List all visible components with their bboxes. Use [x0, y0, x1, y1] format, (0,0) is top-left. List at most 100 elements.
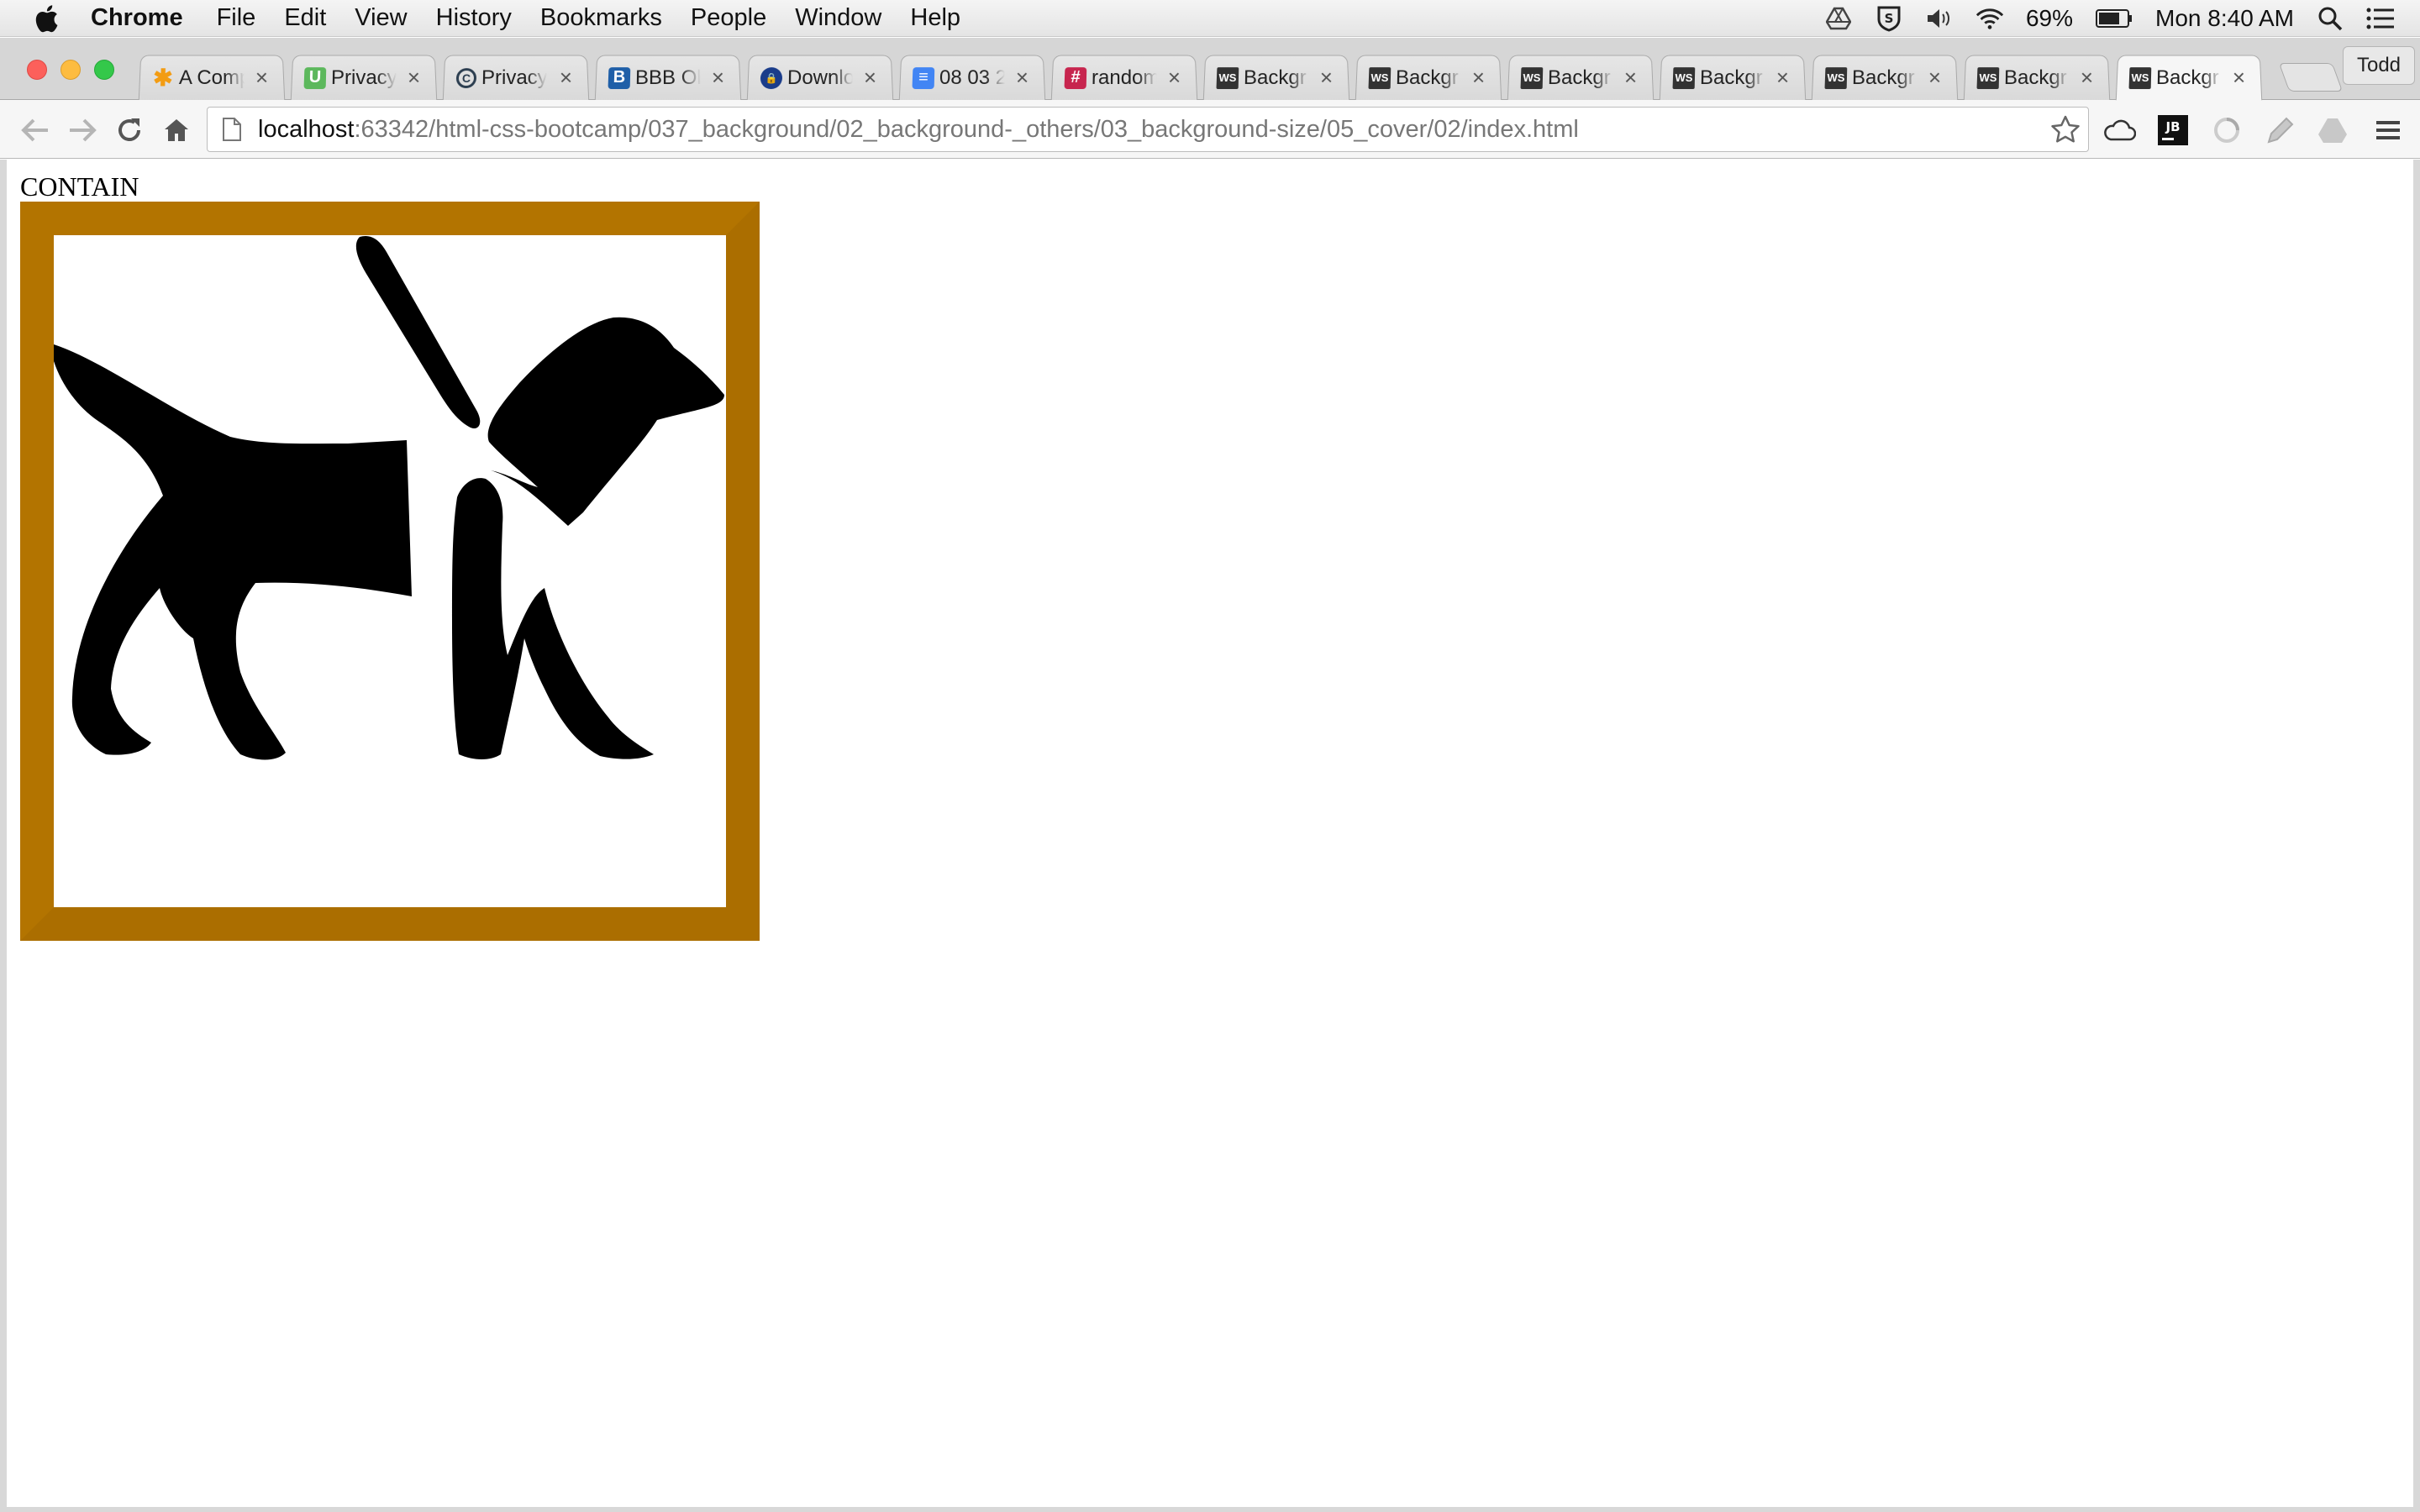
battery-percent: 69% — [2025, 5, 2074, 31]
drive-extension-icon[interactable] — [2316, 113, 2349, 147]
menu-file[interactable]: File — [217, 4, 256, 32]
chrome-menu-icon[interactable] — [2371, 113, 2405, 147]
drive-icon[interactable] — [1824, 4, 1853, 33]
favicon-ws-icon: WS — [1216, 66, 1239, 89]
tab-title: Backgr — [1395, 66, 1459, 89]
tab-title: Backgr — [1547, 66, 1611, 89]
tab-title: Backgr — [1243, 66, 1307, 89]
tab-close-icon[interactable]: × — [1776, 65, 1789, 90]
tab-title: Backgr — [2155, 66, 2219, 89]
new-tab-button[interactable] — [2278, 63, 2344, 92]
menu-app-name[interactable]: Chrome — [91, 4, 183, 32]
tab-11[interactable]: WS Backgr × — [1659, 55, 1807, 101]
tab-6[interactable]: ≡ 08 03 2 × — [898, 55, 1046, 101]
reload-icon[interactable] — [113, 113, 146, 147]
favicon-ws-icon: WS — [1672, 66, 1696, 89]
tab-close-icon[interactable]: × — [1928, 65, 1941, 90]
favicon-lock-icon: 🔒 — [760, 66, 783, 89]
guide-dog-icon — [54, 235, 724, 760]
tab-title: Downlo — [786, 66, 854, 89]
tab-14[interactable]: WS Backgr × — [2115, 55, 2263, 101]
page-icon — [223, 118, 241, 141]
pencil-icon[interactable] — [2264, 113, 2297, 147]
back-arrow-icon[interactable] — [18, 113, 52, 147]
tab-12[interactable]: WS Backgr × — [1811, 55, 1959, 101]
tab-close-icon[interactable]: × — [2080, 65, 2093, 90]
favicon-ws-icon: WS — [1520, 66, 1544, 89]
tab-close-icon[interactable]: × — [1471, 65, 1485, 90]
svg-text:JB: JB — [2165, 119, 2180, 134]
sync-icon[interactable] — [2210, 113, 2244, 147]
tab-title: Privacy — [330, 66, 397, 89]
tab-7[interactable]: # random × — [1050, 55, 1198, 101]
wifi-icon[interactable] — [1975, 4, 2004, 33]
favicon-asterisk-icon: ✱ — [152, 65, 174, 92]
tab-close-icon[interactable]: × — [1167, 65, 1181, 90]
tab-close-icon[interactable]: × — [1623, 65, 1637, 90]
favicon-slack-icon: # — [1064, 66, 1087, 89]
favicon-docs-icon: ≡ — [912, 66, 935, 89]
window-minimize-button[interactable] — [60, 60, 81, 80]
apple-icon[interactable] — [34, 3, 62, 34]
tab-5[interactable]: 🔒 Downlo × — [746, 55, 894, 101]
home-icon[interactable] — [160, 113, 193, 147]
spotlight-icon[interactable] — [2316, 4, 2344, 33]
menu-view[interactable]: View — [355, 4, 407, 32]
battery-icon[interactable] — [2095, 4, 2133, 33]
volume-icon[interactable] — [1925, 4, 1954, 33]
tab-close-icon[interactable]: × — [711, 65, 724, 90]
favicon-c-icon: C — [455, 67, 477, 88]
notifications-icon[interactable] — [2366, 4, 2395, 33]
jetbrains-icon[interactable]: JB — [2156, 113, 2190, 147]
forward-arrow-icon[interactable] — [66, 113, 99, 147]
favicon-ws-icon: WS — [2128, 66, 2152, 89]
clock[interactable]: Mon 8:40 AM — [2155, 5, 2294, 32]
menu-history[interactable]: History — [436, 4, 512, 32]
tab-13[interactable]: WS Backgr × — [1963, 55, 2111, 101]
macos-menubar: Chrome File Edit View History Bookmarks … — [0, 0, 2420, 37]
favicon-ws-icon: WS — [1824, 66, 1848, 89]
favicon-ws-icon: WS — [1976, 66, 2000, 89]
tab-title: random — [1091, 66, 1158, 89]
tab-8[interactable]: WS Backgr × — [1202, 55, 1350, 101]
tab-close-icon[interactable]: × — [1015, 65, 1028, 90]
menu-edit[interactable]: Edit — [284, 4, 326, 32]
tab-1[interactable]: ✱ A Comp × — [138, 55, 286, 101]
svg-text:S: S — [1885, 11, 1894, 26]
tab-close-icon[interactable]: × — [559, 65, 572, 90]
tab-3[interactable]: C Privacy × — [442, 55, 590, 101]
tab-4[interactable]: B BBB Ol × — [594, 55, 742, 101]
favicon-ws-icon: WS — [1368, 66, 1392, 89]
menu-help[interactable]: Help — [910, 4, 960, 32]
tab-close-icon[interactable]: × — [255, 65, 268, 90]
tab-title: 08 03 2 — [939, 66, 1006, 89]
menu-bookmarks[interactable]: Bookmarks — [540, 4, 662, 32]
tab-title: Backgr — [1699, 66, 1763, 89]
tab-close-icon[interactable]: × — [407, 65, 420, 90]
tab-close-icon[interactable]: × — [863, 65, 876, 90]
profile-button[interactable]: Todd — [2343, 46, 2415, 85]
cloud-icon[interactable] — [2102, 113, 2136, 147]
tab-title: A Comp — [178, 66, 245, 89]
favicon-bbb-icon: B — [608, 66, 631, 89]
favicon-u-icon: U — [303, 66, 327, 89]
background-demo-box — [20, 202, 760, 941]
shield-icon[interactable]: S — [1875, 4, 1903, 33]
tab-2[interactable]: U Privacy × — [290, 55, 438, 101]
url-text[interactable]: localhost:63342/html-css-bootcamp/037_ba… — [258, 116, 1579, 144]
menu-people[interactable]: People — [691, 4, 766, 32]
tab-title: Backgr — [2003, 66, 2067, 89]
bookmark-star-icon[interactable] — [2049, 114, 2081, 146]
window-close-button[interactable] — [27, 60, 47, 80]
url-path: :63342/html-css-bootcamp/037_background/… — [354, 115, 1579, 143]
tab-close-icon[interactable]: × — [1319, 65, 1333, 90]
tab-10[interactable]: WS Backgr × — [1507, 55, 1655, 101]
tab-title: BBB Ol — [634, 66, 702, 89]
tab-close-icon[interactable]: × — [2232, 65, 2245, 90]
menu-window[interactable]: Window — [795, 4, 881, 32]
tab-title: Privacy — [481, 66, 548, 89]
tab-9[interactable]: WS Backgr × — [1355, 55, 1502, 101]
browser-toolbar: localhost:63342/html-css-bootcamp/037_ba… — [0, 100, 2420, 159]
address-bar[interactable]: localhost:63342/html-css-bootcamp/037_ba… — [207, 107, 2089, 152]
window-zoom-button[interactable] — [94, 60, 114, 80]
